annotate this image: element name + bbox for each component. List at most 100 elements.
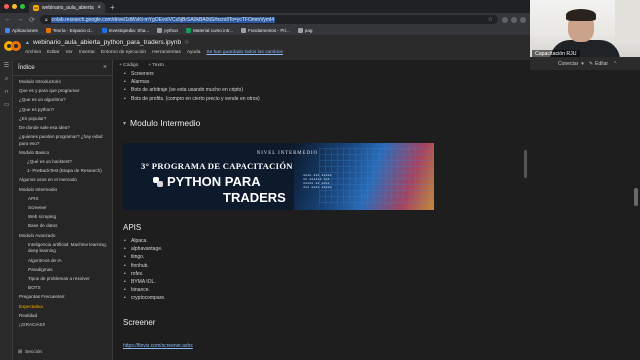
bookmark-label: python	[164, 28, 179, 33]
toc-item[interactable]: Base de datos	[13, 223, 112, 230]
add-text-button[interactable]: + Texto	[148, 63, 164, 68]
python-logo-icon	[153, 176, 163, 187]
toc-item[interactable]: Screener	[13, 205, 112, 212]
toc-item[interactable]: Modulo Basico	[13, 150, 112, 157]
api-item: binance.	[123, 286, 443, 294]
extension-icon[interactable]	[502, 16, 508, 23]
star-icon[interactable]: ☆	[184, 39, 189, 46]
bookmark-item[interactable]: Investopedia: Sha...	[101, 28, 150, 33]
toc-item[interactable]: ¿Que es un algoritmo?	[13, 97, 112, 104]
toc-item[interactable]: Que es y para que programar	[13, 88, 112, 95]
toc-item[interactable]: ¿quienes pueden programar? ¿hay edad par…	[13, 134, 112, 147]
toc-item[interactable]: Algunos usos en el mercado	[13, 177, 112, 184]
bookmark-star-icon[interactable]: ☆	[488, 16, 493, 23]
page-scrollbar[interactable]	[634, 188, 638, 206]
add-code-button[interactable]: + Código	[119, 63, 138, 68]
left-rail: ☰ ⌕ ‹› ▭	[0, 60, 13, 360]
bookmark-label: Teoría - Espacio d...	[52, 28, 94, 33]
close-tab-icon[interactable]: ×	[97, 5, 101, 11]
toc-item[interactable]: Inteligencia artificial: Machine learnin…	[13, 242, 112, 255]
screener-link[interactable]: https://finviz.com/screener.ashx	[123, 343, 193, 349]
files-icon[interactable]: ▭	[0, 99, 13, 112]
toc-item[interactable]: Modulo Avanzado	[13, 233, 112, 240]
back-icon[interactable]: ←	[4, 16, 12, 23]
bookmark-icon	[101, 28, 107, 33]
toc-icon[interactable]: ☰	[0, 60, 13, 73]
banner-python-text: PYTHON PARA	[167, 174, 261, 189]
bookmark-item[interactable]: pag	[297, 28, 312, 33]
api-item: BYMA IOL.	[123, 278, 443, 286]
bookmark-item[interactable]: python	[157, 28, 178, 33]
toc-item[interactable]: De donde sale esa idea?	[13, 125, 112, 132]
menu-item[interactable]: Herramientas	[152, 50, 181, 55]
colab-right-controls: Conectar ▾ ✎ Editar ⌃	[530, 57, 640, 70]
maximize-window-icon[interactable]	[20, 4, 25, 9]
toc-item[interactable]: ¿Es popular?	[13, 116, 112, 123]
toc-item[interactable]: Web scraping	[13, 214, 112, 221]
menu-item[interactable]: Ver	[66, 50, 73, 55]
minimize-window-icon[interactable]	[12, 4, 17, 9]
url-text[interactable]: colab.research.google.com/drive/1dWvKt-m…	[50, 16, 276, 23]
notebook-title[interactable]: webinario_aula_abierta_python_para_trade…	[33, 39, 181, 46]
screener-cell[interactable]: Screener https://finviz.com/screener.ash…	[123, 318, 443, 352]
toc-item[interactable]: Algoritmos de IA	[13, 258, 112, 265]
toc-item[interactable]: 1- PreBackTest (Etapa de Research)	[13, 168, 112, 175]
bookmark-label: Investopedia: Sha...	[108, 28, 150, 33]
apis-cell[interactable]: APIS Alpaca.alphavantage.tiingo.finnhub.…	[123, 223, 443, 303]
extension-icon[interactable]	[511, 16, 517, 23]
new-tab-button[interactable]: +	[110, 3, 115, 13]
bookmark-item[interactable]: Aplicaciones	[5, 28, 38, 33]
menu-item[interactable]: Archivo	[25, 50, 41, 55]
banner-code-decoration: ▪▪▪▪ ▪▪▪ ▪▪▪▪▪ ▪▪ ▪▪▪▪▪▪ ▪▪▪ ▪▪▪▪▪ ▪▪ ▪▪…	[303, 173, 332, 189]
toc-item[interactable]: Modulo Introductorio	[13, 79, 112, 86]
bookmark-item[interactable]: Fundamentos - Pri...	[241, 28, 290, 33]
browser-tab[interactable]: co webinario_aula_abierta_pytho... ×	[29, 2, 105, 13]
bookmark-icon	[5, 28, 10, 33]
reload-icon[interactable]: ⟳	[28, 16, 36, 24]
uses-list: ScreenersAlarmasBots de arbitraje (se es…	[123, 70, 443, 103]
toc-item[interactable]: Expectativa	[13, 304, 112, 311]
extension-icon[interactable]	[520, 16, 526, 23]
edit-button[interactable]: ✎ Editar	[589, 61, 608, 67]
add-section-button[interactable]: ⊞ Sección	[18, 350, 42, 355]
pencil-icon: ✎	[588, 60, 594, 67]
connect-button[interactable]: Conectar ▾	[558, 61, 584, 67]
forward-icon[interactable]: →	[16, 16, 24, 23]
bookmark-item[interactable]: Teoría - Espacio d...	[45, 28, 94, 33]
menu-item[interactable]: Editar	[47, 50, 60, 55]
url-field[interactable]: 🔒︎ colab.research.google.com/drive/1dWvK…	[40, 15, 498, 24]
bookmark-icon	[157, 28, 163, 33]
saved-status[interactable]: Se han guardado todos los cambios	[206, 50, 283, 55]
menu-item[interactable]: Ayuda	[187, 50, 201, 55]
collapse-section-icon[interactable]: ▾	[123, 120, 126, 127]
section-title: Modulo Intermedio	[130, 118, 201, 128]
extensions-row	[502, 16, 526, 23]
drive-icon: ▲	[25, 39, 30, 46]
toc-item[interactable]: ¿Qué es un backtest?	[13, 159, 112, 166]
text-cell-uses[interactable]: ScreenersAlarmasBots de arbitraje (se es…	[123, 70, 443, 103]
toc-item[interactable]: Tipos de problemas a resolver	[13, 276, 112, 283]
colab-favicon-icon: co	[33, 4, 39, 11]
toc-item[interactable]: Preguntas Frecuentes:	[13, 294, 112, 301]
close-icon[interactable]: ×	[103, 64, 107, 71]
toc-item[interactable]: APIS	[13, 196, 112, 203]
window-controls	[0, 4, 29, 13]
toc-item[interactable]: ¡¡GRACIAS!!	[13, 322, 112, 329]
notebook-scrollbar[interactable]	[524, 90, 527, 290]
colab-logo-icon[interactable]	[4, 41, 21, 51]
search-icon[interactable]: ⌕	[0, 73, 13, 86]
code-snippets-icon[interactable]: ‹›	[0, 86, 13, 99]
toc-item[interactable]: ¿Que es python?	[13, 107, 112, 114]
toc-item[interactable]: Realidad	[13, 313, 112, 320]
toc-title: Índice	[18, 64, 35, 71]
menu-item[interactable]: Insertar	[79, 50, 95, 55]
section-heading-cell[interactable]: ▾ Modulo Intermedio	[123, 118, 443, 128]
collapse-icon[interactable]: ⌃	[613, 61, 617, 67]
toc-item[interactable]: Paradigmas	[13, 267, 112, 274]
toc-item[interactable]: Modulo Intermedio	[13, 187, 112, 194]
bookmark-item[interactable]: Material curso intr...	[186, 28, 233, 33]
tab-title: webinario_aula_abierta_pytho...	[42, 4, 94, 11]
close-window-icon[interactable]	[4, 4, 9, 9]
menu-item[interactable]: Entorno de ejecución	[101, 50, 146, 55]
toc-item[interactable]: BOTS	[13, 285, 112, 292]
